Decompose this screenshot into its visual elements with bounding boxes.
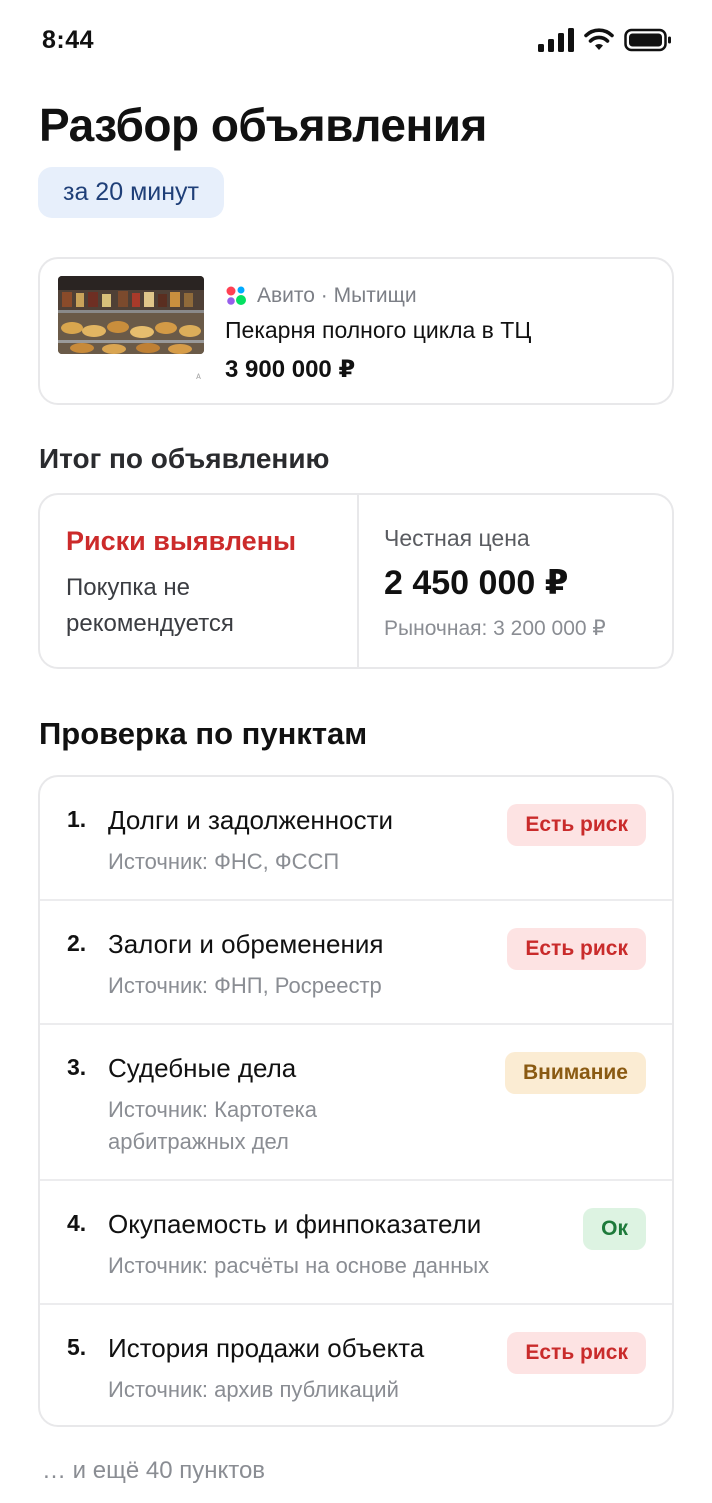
status-badge: Есть риск [507, 1332, 646, 1374]
status-badge: Есть риск [507, 804, 646, 846]
check-title: Залоги и обременения [108, 929, 384, 959]
fair-price-label: Честная цена [384, 525, 530, 551]
listing-price: 3 900 000 ₽ [225, 356, 356, 383]
thumbnail-caption-glyph: ᴀ [196, 371, 201, 382]
summary-heading: Итог по объявлению [39, 443, 330, 474]
status-badge: Ок [583, 1208, 646, 1250]
check-source: Источник: Картотека арбитражных дел [108, 1097, 317, 1154]
check-number: 4. [67, 1210, 87, 1236]
checks-heading: Проверка по пунктам [39, 716, 368, 751]
listing-city: Мытищи [333, 284, 417, 307]
wifi-icon [584, 28, 614, 50]
check-title: Судебные дела [108, 1053, 297, 1083]
status-badge: Есть риск [507, 928, 646, 970]
status-bar: 8:44 [0, 0, 712, 84]
battery-icon [624, 28, 671, 52]
signal-icon [538, 28, 574, 52]
check-number: 3. [67, 1054, 87, 1080]
avito-logo-icon [226, 286, 246, 305]
check-item-court-cases[interactable]: 3. Судебные дела Источник: Картотека арб… [40, 1023, 672, 1179]
risk-verdict: Риски выявлены [66, 526, 297, 556]
check-source: Источник: архив публикаций [108, 1377, 399, 1402]
source-separator: · [314, 284, 334, 307]
status-badge: Внимание [505, 1052, 646, 1094]
summary-divider [357, 495, 359, 667]
check-number: 5. [67, 1334, 87, 1360]
check-title: История продажи объекта [108, 1333, 425, 1363]
status-icons [538, 28, 672, 52]
check-source: Источник: расчёты на основе данных [108, 1253, 490, 1278]
check-item-sale-history[interactable]: 5. История продажи объекта Источник: арх… [40, 1303, 672, 1425]
checks-list: 1. Долги и задолженности Источник: ФНС, … [38, 775, 674, 1427]
page-title: Разбор объявления [39, 99, 487, 151]
listing-card[interactable]: ᴀ Авито · Мытищи Пекарня полного цикла в… [38, 257, 674, 405]
check-number: 1. [67, 806, 87, 832]
duration-badge: за 20 минут [38, 167, 224, 218]
more-items-link[interactable]: … и ещё 40 пунктов [42, 1457, 265, 1485]
check-item-payback[interactable]: 4. Окупаемость и финпоказатели Источник:… [40, 1179, 672, 1303]
bakery-photo [58, 276, 204, 354]
check-number: 2. [67, 930, 87, 956]
market-price: Рыночная: 3 200 000 ₽ [384, 617, 606, 640]
check-item-debts[interactable]: 1. Долги и задолженности Источник: ФНС, … [40, 777, 672, 901]
risk-description: Покупка не рекомендуется [66, 574, 234, 637]
check-source: Источник: ФНС, ФССП [108, 849, 340, 874]
listing-platform: Авито [257, 284, 315, 307]
summary-card: Риски выявлены Покупка не рекомендуется … [38, 493, 674, 669]
status-time: 8:44 [42, 26, 95, 54]
check-source: Источник: ФНП, Росреестр [108, 973, 382, 998]
listing-thumbnail [58, 276, 204, 354]
fair-price-value: 2 450 000 ₽ [384, 564, 569, 602]
check-title: Окупаемость и финпоказатели [108, 1209, 482, 1239]
check-title: Долги и задолженности [108, 805, 394, 835]
listing-source: Авито · Мытищи [225, 284, 417, 308]
check-item-pledges[interactable]: 2. Залоги и обременения Источник: ФНП, Р… [40, 899, 672, 1023]
listing-title: Пекарня полного цикла в ТЦ [225, 317, 532, 343]
